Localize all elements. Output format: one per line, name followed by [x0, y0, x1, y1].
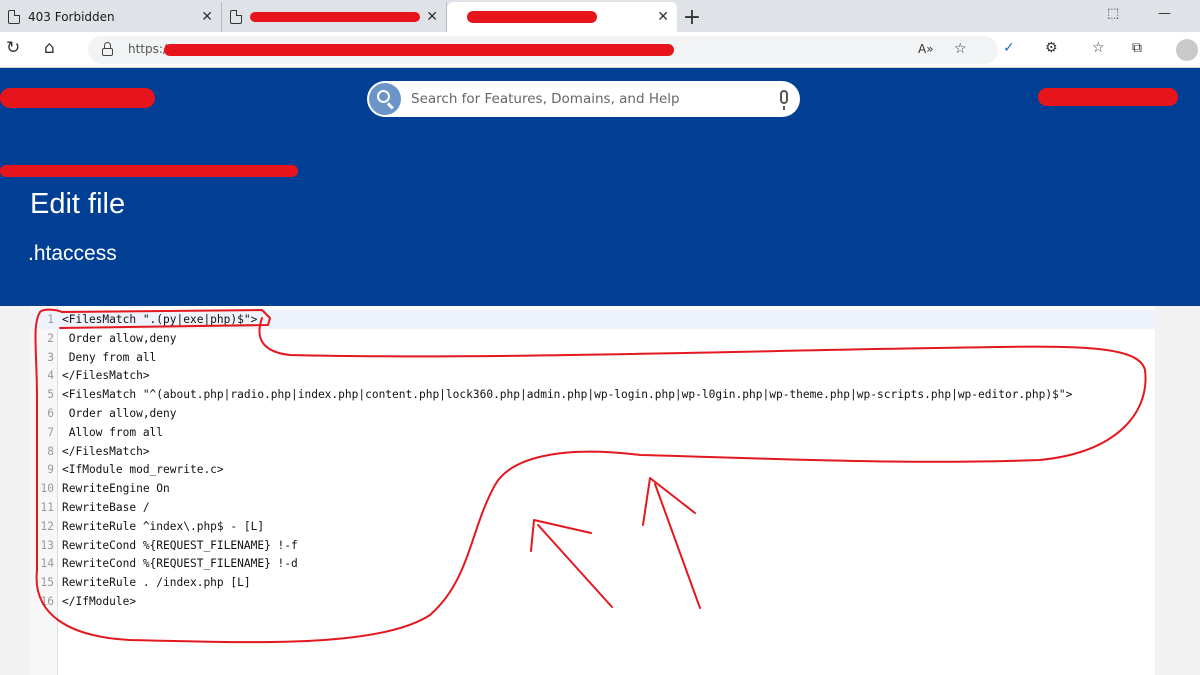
page-icon [230, 10, 242, 24]
line-number: 2 [47, 331, 54, 345]
code-text[interactable]: Deny from all [62, 348, 157, 367]
line-number: 5 [47, 388, 54, 402]
tab-title: 403 Forbidden [28, 10, 115, 24]
code-line[interactable]: 5 <FilesMatch "^(about.php|radio.php|inde… [30, 385, 1155, 404]
code-text[interactable]: <FilesMatch "^(about.php|radio.php|index… [62, 385, 1072, 404]
page-icon [8, 10, 20, 24]
extension-icon[interactable]: ✓ [1003, 40, 1015, 56]
redacted-tab-title [250, 12, 420, 22]
code-line[interactable]: 4 </FilesMatch> [30, 366, 1155, 385]
code-text[interactable]: RewriteCond %{REQUEST_FILENAME} !-d [62, 554, 298, 573]
line-number: 13 [40, 538, 54, 552]
line-number: 10 [40, 482, 54, 496]
line-number: 14 [40, 557, 54, 571]
new-tab-button[interactable]: + [677, 2, 707, 32]
line-number: 11 [40, 501, 54, 514]
tab-strip: 403 Forbidden ✕ ✕ ✕ + ⬚ — [0, 0, 1200, 32]
code-text[interactable]: </FilesMatch> [62, 442, 150, 461]
search-icon[interactable] [369, 83, 401, 115]
code-editor[interactable]: 1 <FilesMatch ".(py|exe|php)$"> 2 Order al… [30, 306, 1155, 675]
search-box [367, 81, 800, 117]
close-icon[interactable]: ✕ [201, 9, 213, 25]
redacted-breadcrumb [0, 165, 298, 177]
line-number: 16 [40, 595, 54, 608]
page-title: Edit file [30, 188, 126, 220]
code-line[interactable]: 12 RewriteRule ^index\.php$ - [L] [30, 517, 1155, 536]
code-line[interactable]: 7 Allow from all [30, 423, 1155, 442]
line-number: 6 [47, 407, 54, 420]
refresh-icon[interactable]: ↻ [6, 38, 20, 58]
code-text[interactable]: Order allow,deny [62, 329, 177, 348]
code-text[interactable]: RewriteRule ^index\.php$ - [L] [62, 517, 264, 536]
code-line[interactable]: 1 <FilesMatch ".(py|exe|php)$"> [30, 310, 1155, 329]
code-text[interactable]: <FilesMatch ".(py|exe|php)$"> [62, 310, 257, 329]
puzzle-icon[interactable]: ⚙ [1045, 40, 1058, 56]
line-number: 12 [40, 519, 54, 533]
redacted-url [164, 44, 674, 56]
line-number: 15 [40, 576, 54, 590]
line-number: 8 [47, 444, 54, 458]
collections-icon[interactable]: ⧉ [1132, 40, 1142, 56]
redacted-tab-title [467, 11, 597, 23]
file-name: .htaccess [28, 242, 117, 265]
line-number: 1 [47, 313, 54, 326]
code-text[interactable]: <IfModule mod_rewrite.c> [62, 460, 224, 479]
code-line[interactable]: 10 RewriteEngine On [30, 479, 1155, 498]
code-text[interactable]: RewriteBase / [62, 498, 150, 517]
code-text[interactable]: </FilesMatch> [62, 366, 150, 385]
favorites-icon[interactable]: ☆ [1092, 40, 1105, 56]
tab-redacted-1[interactable]: ✕ [222, 2, 447, 32]
code-line[interactable]: 14 RewriteCond %{REQUEST_FILENAME} !-d [30, 554, 1155, 573]
code-line[interactable]: 15 RewriteRule . /index.php [L] [30, 573, 1155, 592]
line-number: 4 [47, 369, 54, 383]
read-aloud-icon[interactable]: A» [918, 42, 934, 56]
microphone-icon[interactable] [780, 90, 788, 110]
close-icon[interactable]: ✕ [426, 9, 438, 25]
window-extra-icon[interactable]: ⬚ [1107, 6, 1119, 21]
code-text[interactable]: RewriteEngine On [62, 479, 170, 498]
code-line[interactable]: 11 RewriteBase / [30, 498, 1155, 517]
code-line[interactable]: 16 </IfModule> [30, 592, 1155, 611]
redacted-logo [0, 88, 155, 108]
code-line[interactable]: 2 Order allow,deny [30, 329, 1155, 348]
home-icon[interactable]: ⌂ [44, 38, 55, 58]
code-text[interactable]: Order allow,deny [62, 404, 177, 423]
line-number: 7 [47, 425, 54, 439]
minimize-icon[interactable]: — [1158, 6, 1171, 21]
code-line[interactable]: 6 Order allow,deny [30, 404, 1155, 423]
code-line[interactable]: 3 Deny from all [30, 348, 1155, 367]
search-input[interactable] [411, 89, 751, 109]
code-text[interactable]: RewriteRule . /index.php [L] [62, 573, 251, 592]
line-number: 3 [47, 350, 54, 364]
tab-redacted-active[interactable]: ✕ [447, 2, 677, 32]
redacted-account [1038, 88, 1178, 106]
tab-403-forbidden[interactable]: 403 Forbidden ✕ [0, 2, 222, 32]
code-text[interactable]: </IfModule> [62, 592, 136, 611]
code-line[interactable]: 13 RewriteCond %{REQUEST_FILENAME} !-f [30, 536, 1155, 555]
profile-icon[interactable] [1176, 39, 1198, 61]
code-line[interactable]: 8 </FilesMatch> [30, 442, 1155, 461]
lock-icon[interactable] [102, 42, 113, 56]
page-header: Edit file .htaccess [0, 68, 1200, 306]
url-field[interactable]: https:// A» ☆ [88, 36, 998, 64]
code-line[interactable]: 9 <IfModule mod_rewrite.c> [30, 460, 1155, 479]
code-text[interactable]: RewriteCond %{REQUEST_FILENAME} !-f [62, 536, 298, 555]
line-number: 9 [47, 463, 54, 477]
favorites-add-icon[interactable]: ☆ [954, 41, 967, 57]
close-icon[interactable]: ✕ [657, 9, 669, 25]
address-bar-row: ↻ ⌂ https:// A» ☆ ✓ ⚙ ☆ ⧉ [0, 32, 1200, 68]
code-text[interactable]: Allow from all [62, 423, 163, 442]
